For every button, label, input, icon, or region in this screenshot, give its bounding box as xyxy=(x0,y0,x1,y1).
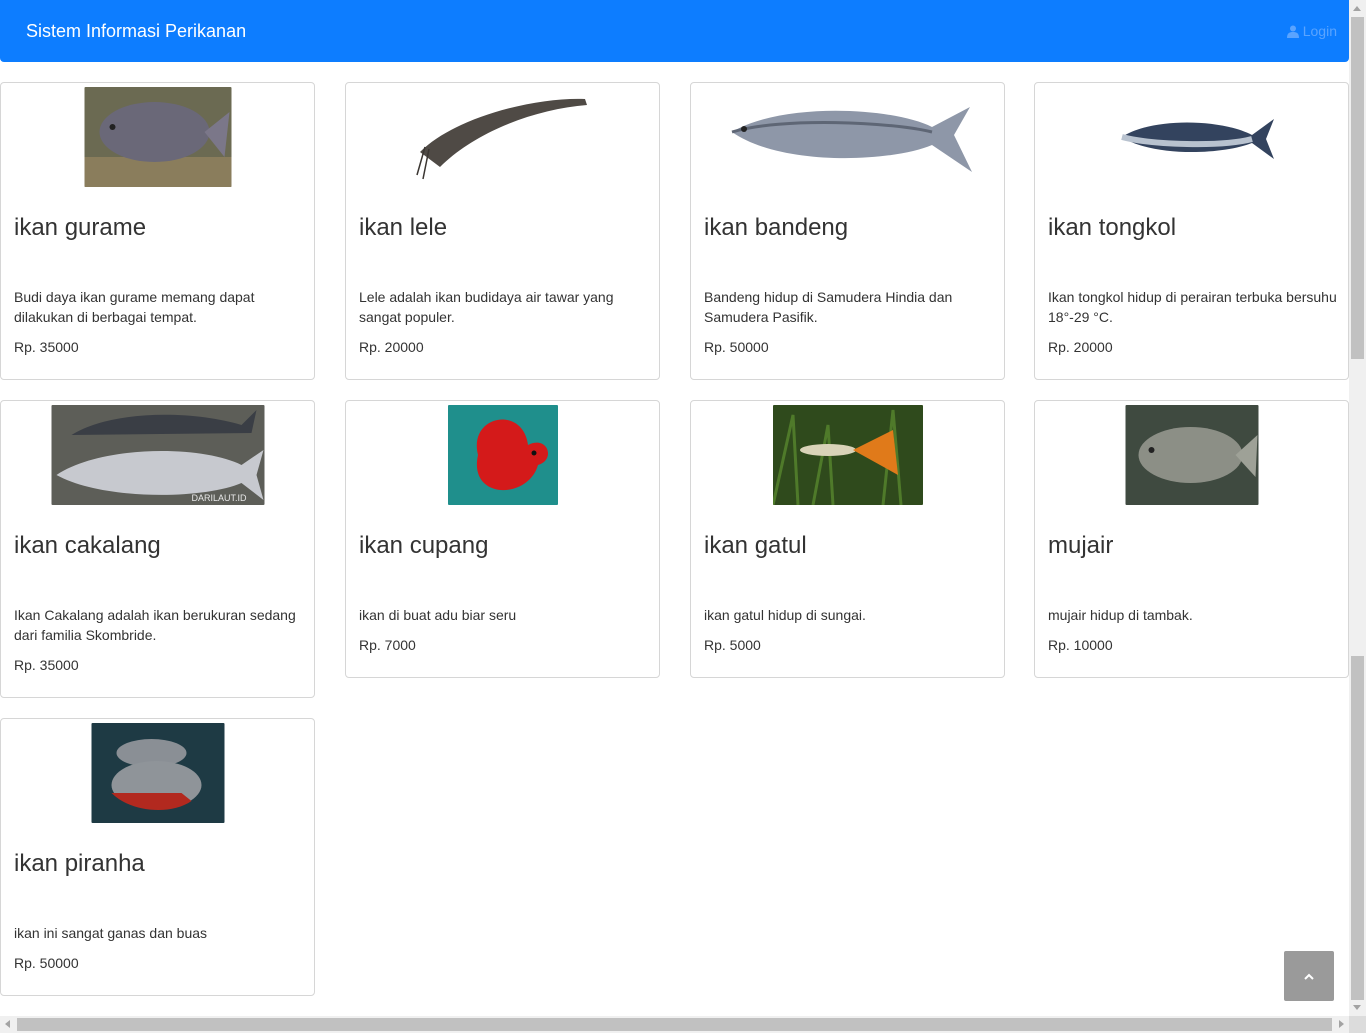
scroll-right-arrow-icon[interactable] xyxy=(1339,1020,1344,1028)
product-card[interactable]: mujair mujair hidup di tambak. Rp. 10000 xyxy=(1034,400,1349,678)
product-image-piranha xyxy=(91,723,224,823)
product-image-lele xyxy=(414,87,591,187)
product-name: ikan gatul xyxy=(704,532,807,559)
vertical-scrollbar[interactable] xyxy=(1349,0,1366,1016)
horizontal-scroll-thumb[interactable] xyxy=(17,1018,1332,1031)
scroll-down-arrow-icon[interactable] xyxy=(1353,1005,1361,1010)
product-description: Ikan tongkol hidup di perairan terbuka b… xyxy=(1048,289,1337,325)
product-description: ikan ini sangat ganas dan buas xyxy=(14,925,208,941)
product-image-cupang xyxy=(447,405,558,505)
product-price: Rp. 35000 xyxy=(14,339,79,355)
product-price: Rp. 20000 xyxy=(1048,339,1113,355)
product-card[interactable]: ikan gurame Budi daya ikan gurame memang… xyxy=(0,82,315,380)
scroll-up-arrow-icon[interactable] xyxy=(1353,6,1361,11)
product-image-gurame xyxy=(84,87,231,187)
product-card[interactable]: ikan lele Lele adalah ikan budidaya air … xyxy=(345,82,660,380)
product-card[interactable]: DARILAUT.ID ikan cakalang Ikan Cakalang … xyxy=(0,400,315,698)
brand-link[interactable]: Sistem Informasi Perikanan xyxy=(26,20,246,42)
vertical-scroll-thumb[interactable] xyxy=(1351,17,1364,359)
product-price: Rp. 50000 xyxy=(14,955,79,971)
product-card[interactable]: ikan tongkol Ikan tongkol hidup di perai… xyxy=(1034,82,1349,380)
product-image-tongkol xyxy=(1101,87,1282,187)
product-description: mujair hidup di tambak. xyxy=(1048,607,1193,623)
product-price: Rp. 20000 xyxy=(359,339,424,355)
product-name: ikan piranha xyxy=(14,850,145,877)
product-description: Ikan Cakalang adalah ikan berukuran seda… xyxy=(14,607,296,643)
product-name: mujair xyxy=(1048,532,1114,559)
scrollbar-corner xyxy=(1349,1016,1366,1033)
product-price: Rp. 5000 xyxy=(704,637,761,653)
product-price: Rp. 10000 xyxy=(1048,637,1113,653)
product-name: ikan tongkol xyxy=(1048,214,1177,241)
product-price: Rp. 50000 xyxy=(704,339,769,355)
product-description: Budi daya ikan gurame memang dapat dilak… xyxy=(14,289,255,325)
chevron-up-icon xyxy=(1304,973,1314,980)
product-card[interactable]: ikan gatul ikan gatul hidup di sungai. R… xyxy=(690,400,1005,678)
product-image-cakalang: DARILAUT.ID xyxy=(51,405,264,505)
product-name: ikan cupang xyxy=(359,532,489,559)
horizontal-scrollbar[interactable] xyxy=(0,1016,1349,1033)
product-name: ikan bandeng xyxy=(704,214,849,241)
image-watermark: DARILAUT.ID xyxy=(191,493,247,503)
scroll-to-top-button[interactable] xyxy=(1284,951,1334,1001)
product-description: ikan gatul hidup di sungai. xyxy=(704,607,866,623)
login-link[interactable]: Login xyxy=(1286,22,1337,40)
product-image-bandeng xyxy=(721,87,974,187)
product-price: Rp. 35000 xyxy=(14,657,79,673)
product-image-mujair xyxy=(1125,405,1258,505)
product-description: Lele adalah ikan budidaya air tawar yang… xyxy=(359,289,614,325)
login-label: Login xyxy=(1302,23,1337,39)
product-name: ikan lele xyxy=(359,214,448,241)
product-description: Bandeng hidup di Samudera Hindia dan Sam… xyxy=(704,289,953,325)
product-card[interactable]: ikan piranha ikan ini sangat ganas dan b… xyxy=(0,718,315,996)
product-description: ikan di buat adu biar seru xyxy=(359,607,517,623)
user-icon xyxy=(1286,25,1299,38)
navbar: Sistem Informasi Perikanan Login xyxy=(0,0,1349,62)
product-card[interactable]: ikan bandeng Bandeng hidup di Samudera H… xyxy=(690,82,1005,380)
product-name: ikan gurame xyxy=(14,214,147,241)
product-price: Rp. 7000 xyxy=(359,637,416,653)
vertical-scroll-thumb-lower[interactable] xyxy=(1351,656,1364,1000)
product-card[interactable]: ikan cupang ikan di buat adu biar seru R… xyxy=(345,400,660,678)
product-name: ikan cakalang xyxy=(14,532,161,559)
scroll-left-arrow-icon[interactable] xyxy=(5,1020,10,1028)
product-image-gatul xyxy=(772,405,923,505)
